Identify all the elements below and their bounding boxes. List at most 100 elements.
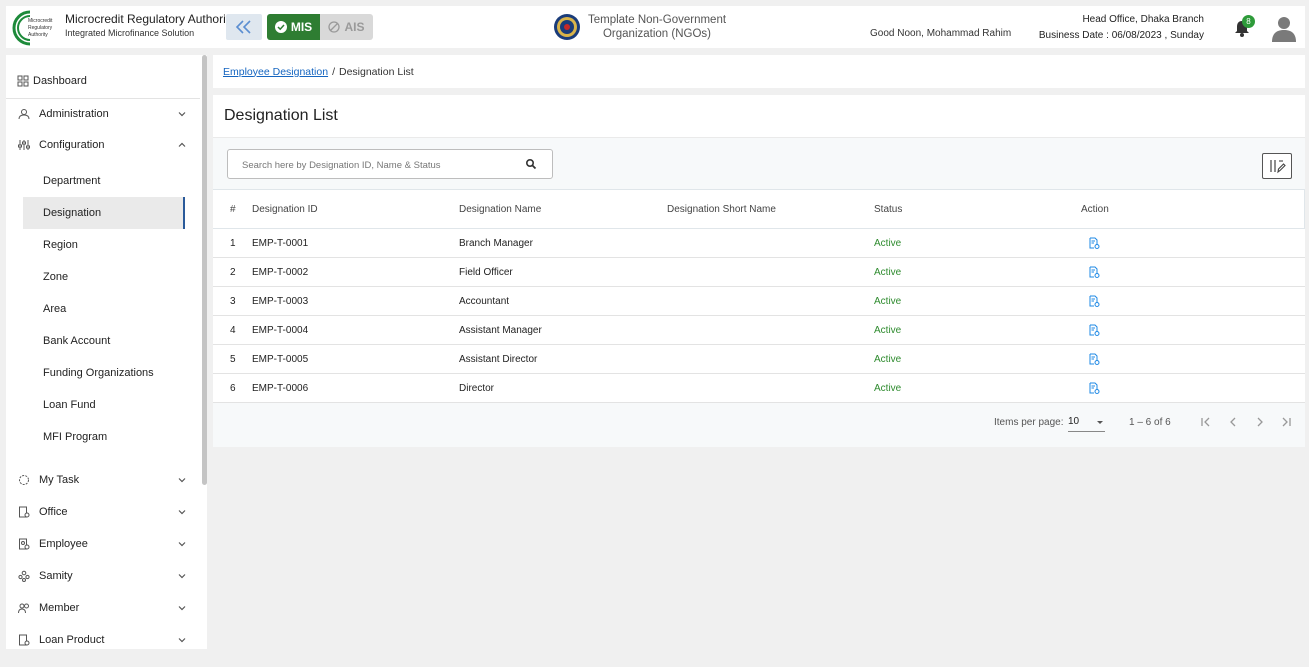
sidebar-item-dashboard[interactable]: Dashboard <box>6 66 200 96</box>
last-page-button[interactable] <box>1279 415 1293 429</box>
column-header-designation-id[interactable]: Designation ID <box>252 190 318 228</box>
designation-name: Director <box>459 382 495 394</box>
government-seal-icon <box>554 14 580 40</box>
sidebar-subitem-region[interactable]: Region <box>23 229 185 261</box>
sidebar-item-loan-product[interactable]: Loan Product <box>6 625 200 649</box>
org-name-line2: Organization (NGOs) <box>602 28 711 40</box>
edit-document-icon[interactable] <box>1088 353 1100 365</box>
first-page-button[interactable] <box>1199 415 1213 429</box>
mis-module-button[interactable]: MIS <box>267 14 320 40</box>
chevron-down-icon <box>178 638 186 643</box>
designation-id: EMP-T-0006 <box>252 382 309 394</box>
chevron-down-icon <box>178 606 186 611</box>
collapse-sidebar-button[interactable] <box>226 14 262 40</box>
edit-document-icon[interactable] <box>1088 295 1100 307</box>
edit-document-icon[interactable] <box>1088 266 1100 278</box>
edit-document-icon[interactable] <box>1088 237 1100 249</box>
search-input[interactable] <box>242 157 512 173</box>
sidebar-item-administration[interactable]: Administration <box>6 99 200 129</box>
sidebar-item-employee[interactable]: Employee <box>6 529 200 559</box>
next-page-button[interactable] <box>1253 415 1267 429</box>
column-header-status[interactable]: Status <box>874 190 902 228</box>
sidebar-subitem-loan-fund[interactable]: Loan Fund <box>23 389 185 421</box>
block-icon <box>328 21 341 33</box>
brand-title: Microcredit Regulatory Authority <box>65 12 236 26</box>
designation-name: Assistant Manager <box>459 324 542 336</box>
column-header-action: Action <box>1081 203 1109 215</box>
breadcrumb-link-employee-designation[interactable]: Employee Designation <box>223 66 328 78</box>
first-page-icon <box>1201 417 1210 427</box>
loan-product-icon <box>19 634 30 646</box>
sidebar-item-member[interactable]: Member <box>6 593 200 623</box>
column-header-designation-name[interactable]: Designation Name <box>459 190 541 228</box>
breadcrumb: Employee Designation / Designation List <box>213 55 1305 88</box>
employee-icon <box>19 538 30 550</box>
sidebar-scrollbar[interactable] <box>202 55 207 485</box>
action-cell <box>1081 287 1100 315</box>
search-icon[interactable] <box>525 158 537 170</box>
sidebar-item-my-task[interactable]: My Task <box>6 465 200 495</box>
sidebar-item-samity[interactable]: Samity <box>6 561 200 591</box>
mis-label: MIS <box>290 20 313 34</box>
designation-id: EMP-T-0004 <box>252 324 309 336</box>
chevron-left-icon <box>1230 417 1236 427</box>
column-settings-button[interactable] <box>1262 153 1292 179</box>
page-range-label: 1 – 6 of 6 <box>1129 417 1171 428</box>
items-per-page-select[interactable]: 10 <box>1068 412 1105 432</box>
chevron-up-icon <box>178 142 186 147</box>
caret-down-icon <box>1097 421 1103 424</box>
sidebar: Dashboard Administration Configuration D… <box>6 55 207 649</box>
table-row: 3 EMP-T-0003 Accountant Active <box>213 287 1305 316</box>
row-number: 4 <box>230 324 236 336</box>
organization-name: Template Non-Government Organization (NG… <box>584 13 730 41</box>
sidebar-item-label: Administration <box>39 108 109 120</box>
sidebar-subitem-funding-organizations[interactable]: Funding Organizations <box>23 357 185 389</box>
group-icon <box>18 570 30 582</box>
action-cell <box>1081 316 1100 344</box>
search-box <box>227 149 553 179</box>
edit-document-icon[interactable] <box>1088 382 1100 394</box>
designation-id: EMP-T-0005 <box>252 353 309 365</box>
table-header: # Designation ID Designation Name Design… <box>213 189 1305 229</box>
admin-users-icon <box>18 109 30 120</box>
designation-name: Accountant <box>459 295 510 307</box>
edit-document-icon[interactable] <box>1088 324 1100 336</box>
table-row: 4 EMP-T-0004 Assistant Manager Active <box>213 316 1305 345</box>
brand-subtitle: Integrated Microfinance Solution <box>65 28 195 38</box>
table-body: 1 EMP-T-0001 Branch Manager Active 2 EMP-T-00… <box>213 229 1305 403</box>
sidebar-subitem-mfi-program[interactable]: MFI Program <box>23 421 185 453</box>
row-number: 3 <box>230 295 236 307</box>
ais-label: AIS <box>344 20 365 34</box>
user-avatar-icon[interactable] <box>1271 14 1297 42</box>
top-header: Microcredit Regulatory Authority Microcr… <box>6 6 1305 48</box>
row-number: 2 <box>230 266 236 278</box>
sidebar-item-label: My Task <box>39 474 80 486</box>
column-edit-icon <box>1270 160 1286 174</box>
status-badge: Active <box>874 382 902 394</box>
notification-badge: 8 <box>1242 15 1255 28</box>
sidebar-subitem-area[interactable]: Area <box>23 293 185 325</box>
action-cell <box>1081 374 1100 402</box>
sidebar-item-label: Office <box>39 506 68 518</box>
sidebar-item-label: Dashboard <box>33 75 87 87</box>
chevron-down-icon <box>178 542 186 547</box>
row-number: 6 <box>230 382 236 394</box>
sliders-icon <box>18 140 30 150</box>
sidebar-subitem-zone[interactable]: Zone <box>23 261 185 293</box>
logo-text-1: Microcredit <box>28 18 53 24</box>
ais-module-button[interactable]: AIS <box>320 14 373 40</box>
column-header-designation-short-name[interactable]: Designation Short Name <box>667 190 776 228</box>
page-title: Designation List <box>224 107 338 124</box>
sidebar-item-configuration[interactable]: Configuration <box>6 130 200 160</box>
row-number: 5 <box>230 353 236 365</box>
sidebar-item-label: Employee <box>39 538 88 550</box>
sidebar-subitem-designation[interactable]: Designation <box>23 197 185 229</box>
sidebar-subitem-department[interactable]: Department <box>23 165 185 197</box>
table-row: 1 EMP-T-0001 Branch Manager Active <box>213 229 1305 258</box>
chevron-right-icon <box>1257 417 1263 427</box>
status-badge: Active <box>874 324 902 336</box>
sidebar-item-label: Configuration <box>39 139 105 151</box>
sidebar-item-office[interactable]: Office <box>6 497 200 527</box>
previous-page-button[interactable] <box>1226 415 1240 429</box>
sidebar-subitem-bank-account[interactable]: Bank Account <box>23 325 185 357</box>
